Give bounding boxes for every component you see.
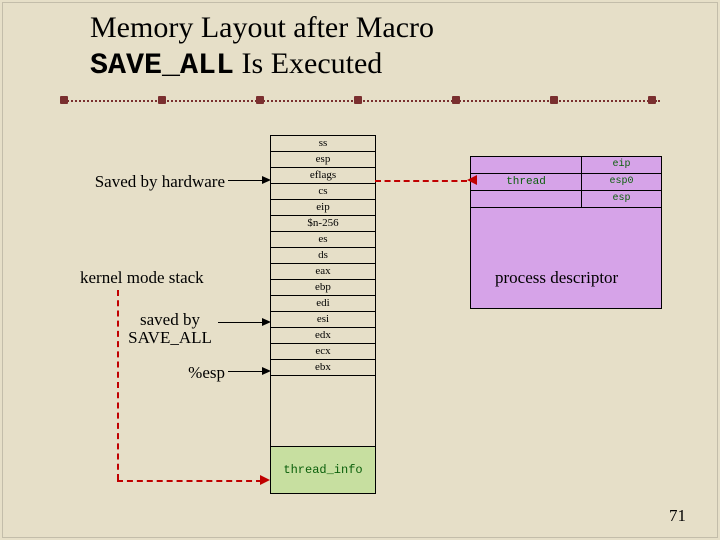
stack-row: $n-256 [271,216,375,232]
slide-number: 71 [669,506,686,526]
label-kernel-mode-stack: kernel mode stack [80,268,204,288]
slide-title: Memory Layout after Macro SAVE_ALL Is Ex… [90,10,434,84]
stack-box: ss esp eflags cs eip $n-256 es ds eax eb… [270,135,376,494]
pd-row: esp [471,191,661,208]
pd-body [471,208,661,308]
stack-row: ebp [271,280,375,296]
pd-right: esp [582,191,661,207]
pd-left [471,157,582,173]
thread-info-cell: thread_info [271,447,375,493]
dashed-link-stack-vert [117,290,119,480]
pd-right: eip [582,157,661,173]
pd-row: thread esp0 [471,174,661,191]
arrowhead-icon [262,318,271,326]
arrowhead-icon [260,475,270,485]
stack-row: esi [271,312,375,328]
arrow-saveall-to-stack [218,322,266,323]
stack-row: edi [271,296,375,312]
stack-row: eflags [271,168,375,184]
stack-row: ecx [271,344,375,360]
arrowhead-icon [467,175,477,185]
pd-row: eip [471,157,661,174]
label-saved-by: saved by [125,310,215,330]
arrowhead-icon [262,176,271,184]
dashed-link-thread-to-stack [375,180,467,182]
divider-dot [158,96,166,104]
title-rest: Is Executed [234,47,382,80]
divider-dot [60,96,68,104]
pd-right: esp0 [582,174,661,190]
divider-dot [354,96,362,104]
divider-dot [452,96,460,104]
label-esp-pointer: %esp [170,363,225,383]
arrowhead-icon [262,367,271,375]
pd-left [471,191,582,207]
stack-row: edx [271,328,375,344]
title-line1: Memory Layout after Macro [90,11,434,44]
stack-row: eax [271,264,375,280]
label-process-descriptor: process descriptor [495,268,618,288]
dashed-link-stack-horiz [117,480,262,482]
divider-dot [648,96,656,104]
divider-dot [550,96,558,104]
arrow-hw-to-stack [228,180,266,181]
stack-row: es [271,232,375,248]
stack-gap [271,376,375,447]
stack-row: ss [271,136,375,152]
stack-row: ds [271,248,375,264]
stack-row: cs [271,184,375,200]
title-macro: SAVE_ALL [90,49,234,83]
stack-row: esp [271,152,375,168]
label-saved-by-hardware: Saved by hardware [70,172,225,192]
stack-row: ebx [271,360,375,376]
pd-left: thread [471,174,582,190]
divider-dot [256,96,264,104]
stack-row: eip [271,200,375,216]
arrow-esp-pointer [228,371,266,372]
label-save-all: SAVE_ALL [125,328,215,348]
